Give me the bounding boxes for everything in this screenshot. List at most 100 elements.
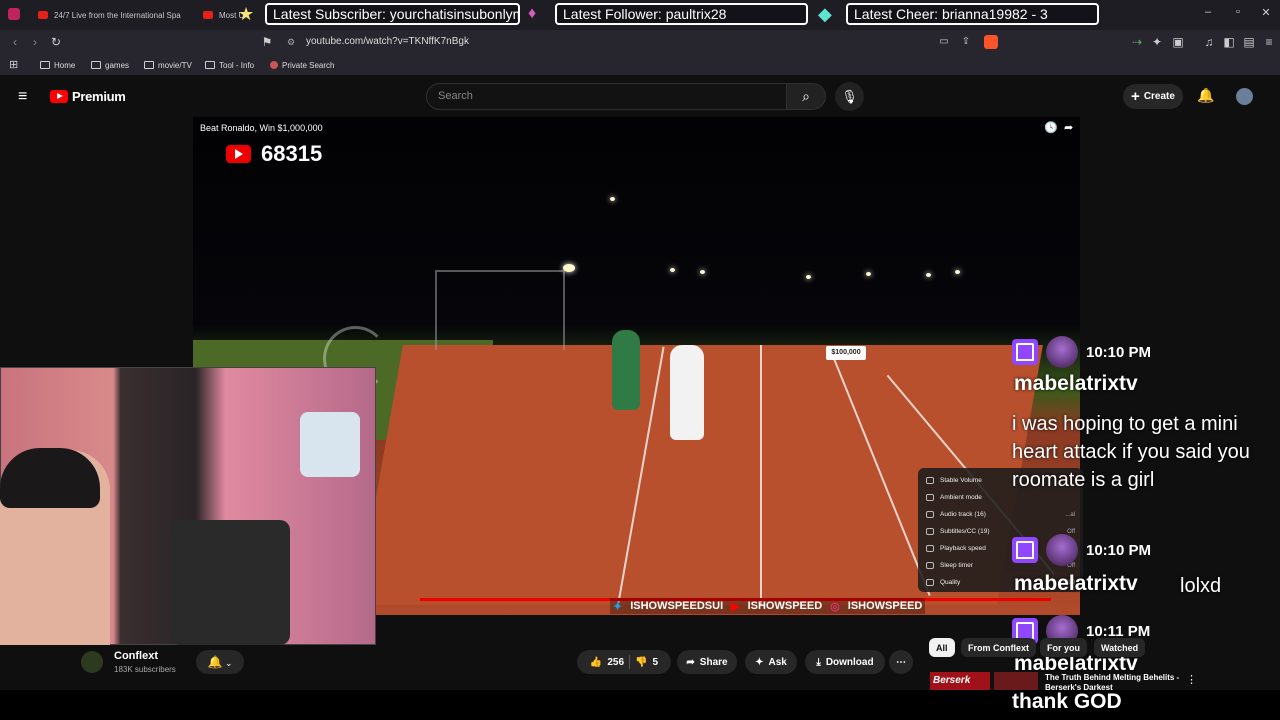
latest-follower-text: Latest Follower: paultrix28: [563, 6, 727, 22]
bell-icon: 🔔: [207, 655, 223, 669]
subscription-bell-button[interactable]: 🔔 ⌄: [196, 650, 244, 674]
latest-cheer-text: Latest Cheer: brianna19982 - 3: [854, 6, 1048, 22]
settings-label: Sleep timer: [940, 562, 973, 569]
ambient-icon: [926, 494, 934, 501]
bookmarks-bar: [0, 54, 1280, 76]
folder-icon: [144, 61, 154, 69]
bookmark-icon[interactable]: ⚑: [258, 33, 276, 51]
microphone-icon: 🎙: [841, 89, 858, 104]
runner-green: [612, 330, 640, 410]
webcam-towel: [300, 412, 360, 477]
bookmark-tool-info[interactable]: Tool - Info: [205, 58, 254, 72]
youtube-premium-logo[interactable]: Premium: [50, 89, 126, 104]
chat-message: thank GOD: [1012, 690, 1122, 713]
bookmark-label: games: [105, 60, 130, 70]
more-actions-button[interactable]: ⋯: [889, 650, 913, 674]
chip-from-conflext[interactable]: From Conflext: [961, 638, 1037, 657]
menu-icon[interactable]: ≡: [1260, 33, 1278, 51]
social-handle: ISHOWSPEED: [847, 600, 923, 612]
brave-shield-icon[interactable]: [984, 35, 998, 49]
tabs-icon[interactable]: ▣: [1169, 33, 1187, 51]
voice-search-button[interactable]: 🎙: [835, 82, 864, 111]
bookmark-home[interactable]: Home: [40, 58, 75, 72]
sparkle-ask-icon: ✦: [755, 656, 764, 668]
more-vert-icon[interactable]: ⋮: [1186, 673, 1197, 686]
extensions-icon[interactable]: ✦: [1148, 33, 1166, 51]
reload-icon[interactable]: ↻: [47, 33, 65, 51]
share-label: Share: [699, 656, 728, 668]
share-button[interactable]: ➦ Share: [677, 650, 737, 674]
share-page-icon[interactable]: ⇪: [957, 33, 975, 51]
search-button[interactable]: ⌕: [786, 83, 826, 110]
like-dislike-group: 👍 256 👎 5: [577, 650, 671, 674]
logo-text: Premium: [72, 89, 126, 104]
chat-username: mabelatrixtv: [1014, 572, 1138, 595]
bookmark-games[interactable]: games: [91, 58, 129, 72]
search-input[interactable]: Search: [426, 83, 786, 110]
url-field[interactable]: youtube.com/watch?v=TKNffK7nBgk: [282, 33, 1002, 50]
speed-icon: [926, 545, 934, 552]
folder-icon: [205, 61, 215, 69]
stadium-light: [926, 273, 931, 277]
minimize-icon[interactable]: –: [1198, 6, 1218, 18]
maximize-icon[interactable]: ▫: [1228, 6, 1248, 18]
star-icon: ★: [238, 4, 255, 24]
stadium-light: [670, 268, 675, 272]
social-handles-bar: ✦ ISHOWSPEEDSUI ▶ ISHOWSPEED ◎ ISHOWSPEE…: [610, 598, 926, 614]
settings-label: Stable Volume: [940, 477, 982, 484]
latest-subscriber-banner: Latest Subscriber: yourchatisinsubonlymo…: [265, 3, 520, 25]
like-button[interactable]: 👍 256: [590, 657, 624, 668]
browser-tab[interactable]: Most U: [195, 4, 265, 26]
back-icon[interactable]: ‹: [6, 33, 24, 51]
bookmark-private-search[interactable]: Private Search: [270, 58, 334, 72]
track-lane-line: [760, 345, 762, 605]
tab-title: 24/7 Live from the International Spa: [54, 10, 181, 20]
apps-grid-icon[interactable]: ⊞: [9, 58, 18, 71]
watch-later-icon[interactable]: 🕓: [1044, 121, 1058, 134]
stadium-light: [700, 270, 705, 274]
forward-icon[interactable]: ›: [26, 33, 44, 51]
dislike-button[interactable]: 👎 5: [635, 657, 658, 668]
download-button[interactable]: ⤓ Download: [805, 650, 885, 674]
youtube-play-icon: [226, 145, 251, 163]
volume-icon: [926, 477, 934, 484]
search-icon: ⌕: [802, 88, 810, 104]
chip-watched[interactable]: Watched: [1094, 638, 1146, 657]
settings-label: Playback speed: [940, 545, 986, 552]
account-avatar[interactable]: [1236, 88, 1253, 105]
vpn-icon[interactable]: ⇢: [1128, 33, 1146, 51]
wallet-icon[interactable]: ▤: [1240, 33, 1258, 51]
chevron-down-icon: ⌄: [222, 658, 233, 668]
folder-icon: [40, 61, 50, 69]
channel-name[interactable]: Conflext: [114, 650, 158, 662]
hamburger-menu-icon[interactable]: ≡: [18, 88, 27, 106]
bookmark-label: Home: [54, 60, 76, 70]
create-button[interactable]: + Create: [1123, 84, 1183, 109]
audio-track-icon: [926, 511, 934, 518]
browser-tab[interactable]: 24/7 Live from the International Spa: [30, 4, 190, 26]
channel-avatar[interactable]: [81, 651, 103, 673]
latest-cheer-banner: Latest Cheer: brianna19982 - 3: [846, 3, 1099, 25]
notifications-bell-icon[interactable]: 🔔: [1197, 87, 1214, 104]
settings-label: Subtitles/CC (19): [940, 528, 990, 535]
sidebar-icon[interactable]: ◧: [1220, 33, 1238, 51]
cc-icon: [926, 528, 934, 535]
ask-button[interactable]: ✦ Ask: [745, 650, 797, 674]
share-arrow-icon[interactable]: ➦: [1064, 121, 1073, 134]
twitter-icon: ✦: [613, 600, 623, 613]
latest-follower-banner: Latest Follower: paultrix28: [555, 3, 808, 25]
music-icon[interactable]: ♫: [1200, 33, 1218, 51]
plus-icon: +: [1131, 88, 1140, 105]
site-info-icon[interactable]: ⚙: [287, 37, 295, 48]
view-counter: 68315: [226, 141, 322, 167]
close-icon[interactable]: ✕: [1256, 6, 1276, 19]
chip-for-you[interactable]: For you: [1040, 638, 1087, 657]
browser-logo-icon[interactable]: [8, 8, 20, 20]
cast-icon[interactable]: ▭: [935, 33, 953, 51]
more-dots-icon: ⋯: [896, 656, 906, 668]
youtube-favicon-icon: [203, 11, 213, 19]
youtube-icon: ▶: [731, 600, 740, 613]
chip-all[interactable]: All: [929, 638, 955, 657]
chat-message-header: 10:10 PM: [1012, 534, 1151, 566]
bookmark-movie-tv[interactable]: movie/TV: [144, 58, 192, 72]
